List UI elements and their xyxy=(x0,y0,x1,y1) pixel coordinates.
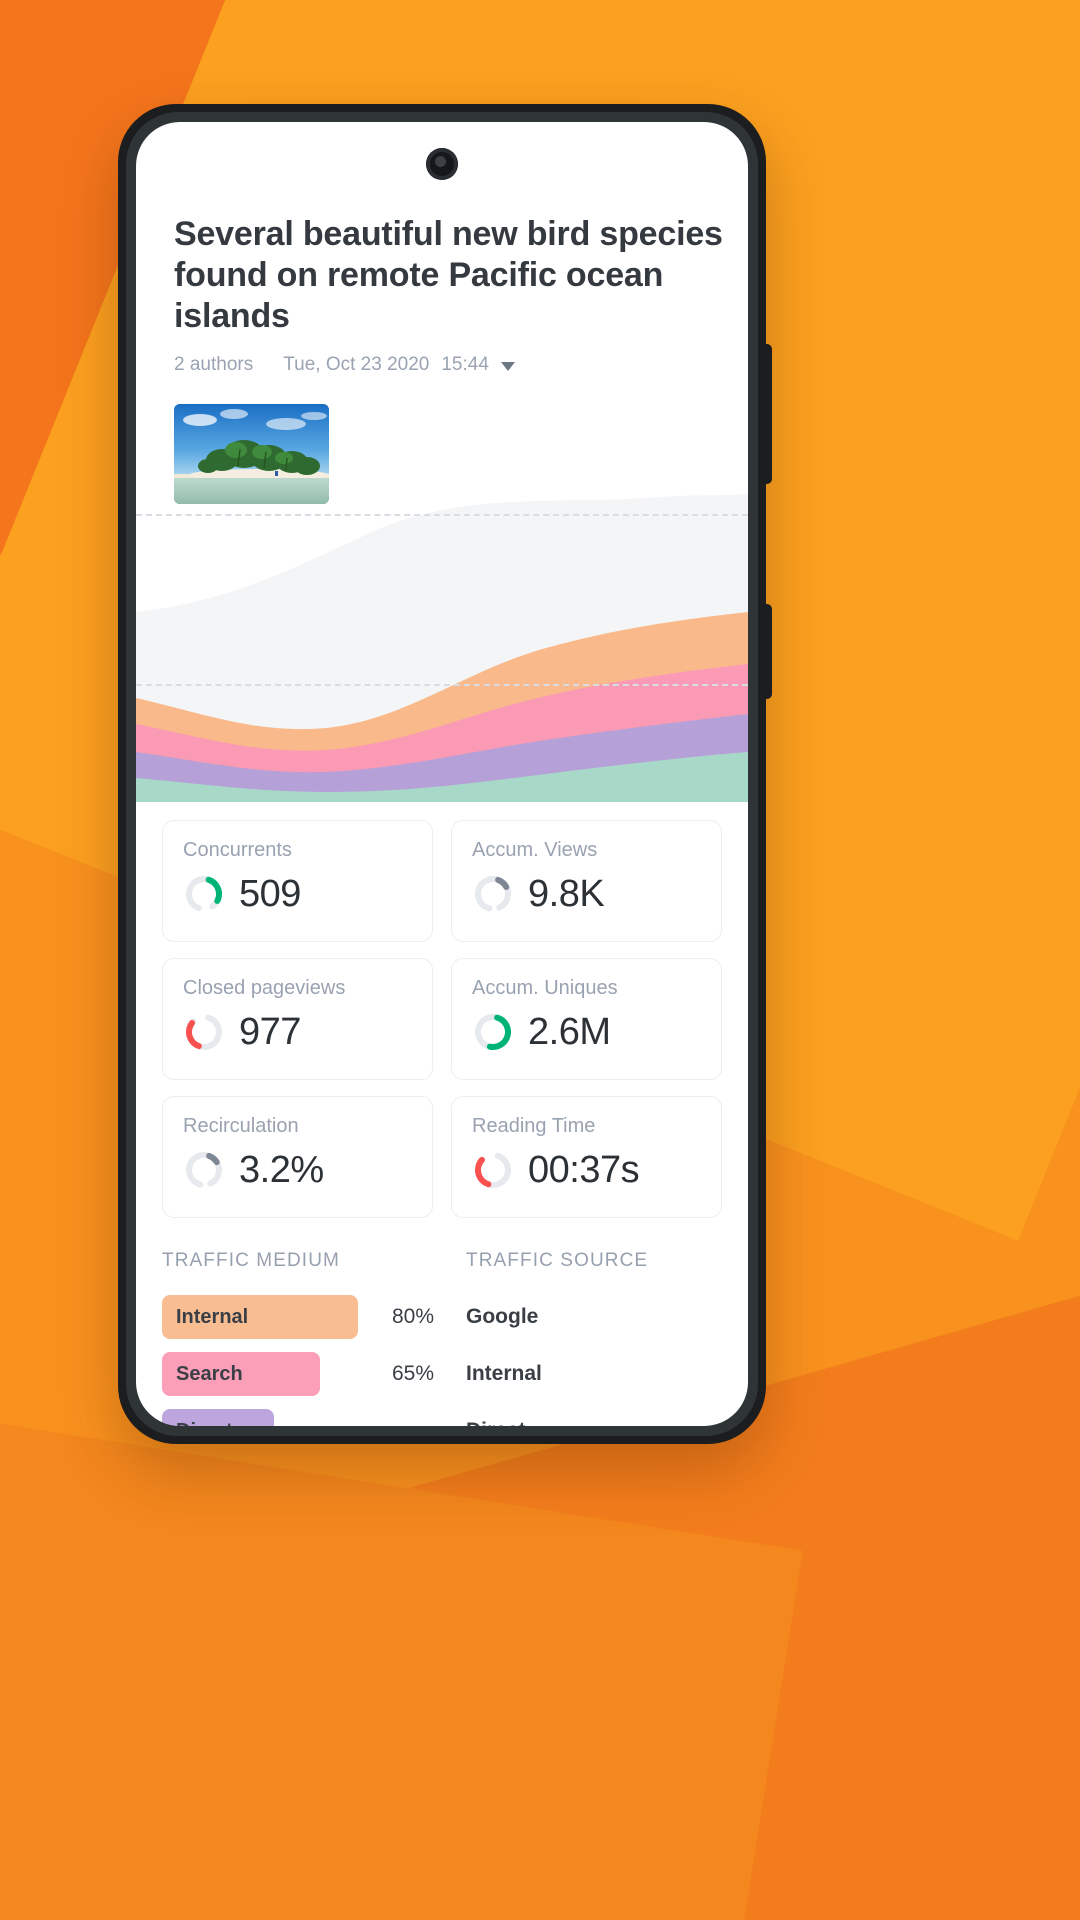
gauge-icon xyxy=(186,1152,222,1188)
chart-svg xyxy=(136,494,748,802)
traffic-section: TRAFFIC MEDIUM Internal 80% Search 65% T… xyxy=(162,1250,722,1426)
metric-label: Concurrents xyxy=(183,839,292,861)
traffic-medium-pct: 65% xyxy=(391,1362,434,1385)
traffic-medium-column: TRAFFIC MEDIUM Internal 80% Search 65% xyxy=(162,1250,434,1426)
metric-card-recirculation[interactable]: Recirculation 3.2% xyxy=(162,1096,433,1218)
gauge-icon xyxy=(186,1014,222,1050)
traffic-medium-bar: Direct xyxy=(162,1409,274,1426)
metric-value: 00:37s xyxy=(528,1149,640,1191)
chart-gridline-lower xyxy=(136,684,748,686)
metric-value: 3.2% xyxy=(239,1149,324,1191)
metric-value: 2.6M xyxy=(528,1011,611,1053)
volume-button[interactable] xyxy=(764,604,772,699)
traffic-medium-bar: Search xyxy=(162,1352,320,1396)
traffic-medium-pct: 80% xyxy=(391,1305,434,1328)
traffic-medium-heading: TRAFFIC MEDIUM xyxy=(162,1250,340,1271)
metric-value: 9.8K xyxy=(528,873,605,915)
traffic-medium-row[interactable]: Direct xyxy=(162,1408,434,1426)
metric-value: 977 xyxy=(239,1011,301,1053)
gauge-icon xyxy=(475,1152,512,1188)
traffic-medium-label: Search xyxy=(176,1362,243,1385)
byline-date: Tue, Oct 23 2020 xyxy=(283,354,430,375)
gauge-icon xyxy=(475,876,511,912)
phone-device: Several beautiful new bird species found… xyxy=(118,104,772,1444)
byline-time: 15:44 xyxy=(441,354,489,375)
gauge-icon xyxy=(186,876,222,912)
traffic-source-row[interactable]: Direct xyxy=(450,1408,722,1426)
metric-label: Accum. Views xyxy=(472,839,598,861)
front-camera-icon xyxy=(426,148,458,180)
metric-label: Closed pageviews xyxy=(183,977,346,999)
metric-label: Recirculation xyxy=(183,1115,299,1137)
metric-value: 509 xyxy=(239,873,301,915)
traffic-medium-label: Direct xyxy=(176,1420,233,1427)
page-title: Several beautiful new bird species found… xyxy=(174,215,723,335)
byline-authors: 2 authors xyxy=(174,354,254,375)
stacked-area-chart xyxy=(136,452,748,802)
metric-card-closed-pageviews[interactable]: Closed pageviews 977 xyxy=(162,958,433,1080)
metric-card-accum-views[interactable]: Accum. Views 9.8K xyxy=(451,820,722,942)
metric-card-reading-time[interactable]: Reading Time 00:37s xyxy=(451,1096,722,1218)
byline: 2 authors Tue, Oct 23 2020 15:44 xyxy=(174,354,515,376)
chevron-down-icon[interactable] xyxy=(500,362,515,371)
phone-screen: Several beautiful new bird species found… xyxy=(136,122,748,1426)
traffic-source-column: TRAFFIC SOURCE Google Internal Direct xyxy=(450,1250,722,1426)
metric-label: Reading Time xyxy=(472,1115,596,1137)
app-content: Several beautiful new bird species found… xyxy=(136,122,748,1426)
traffic-source-label: Internal xyxy=(466,1362,542,1385)
traffic-medium-row[interactable]: Internal 80% xyxy=(162,1294,434,1340)
traffic-medium-row[interactable]: Search 65% xyxy=(162,1351,434,1397)
chart-gridline-upper xyxy=(136,514,748,516)
metric-card-accum-uniques[interactable]: Accum. Uniques 2.6M xyxy=(451,958,722,1080)
traffic-source-label: Google xyxy=(466,1305,539,1328)
power-button[interactable] xyxy=(764,344,772,484)
metric-cards: Concurrents 509 Accum. Views 9.8K Closed… xyxy=(162,820,722,1218)
traffic-source-heading: TRAFFIC SOURCE xyxy=(466,1250,649,1271)
traffic-source-label: Direct xyxy=(466,1419,526,1426)
traffic-source-row[interactable]: Internal xyxy=(450,1351,722,1397)
metric-label: Accum. Uniques xyxy=(472,977,618,999)
traffic-medium-label: Internal xyxy=(176,1305,249,1328)
metric-card-concurrents[interactable]: Concurrents 509 xyxy=(162,820,433,942)
gauge-icon xyxy=(475,1014,511,1050)
traffic-source-row[interactable]: Google xyxy=(450,1294,722,1340)
traffic-medium-bar: Internal xyxy=(162,1295,358,1339)
